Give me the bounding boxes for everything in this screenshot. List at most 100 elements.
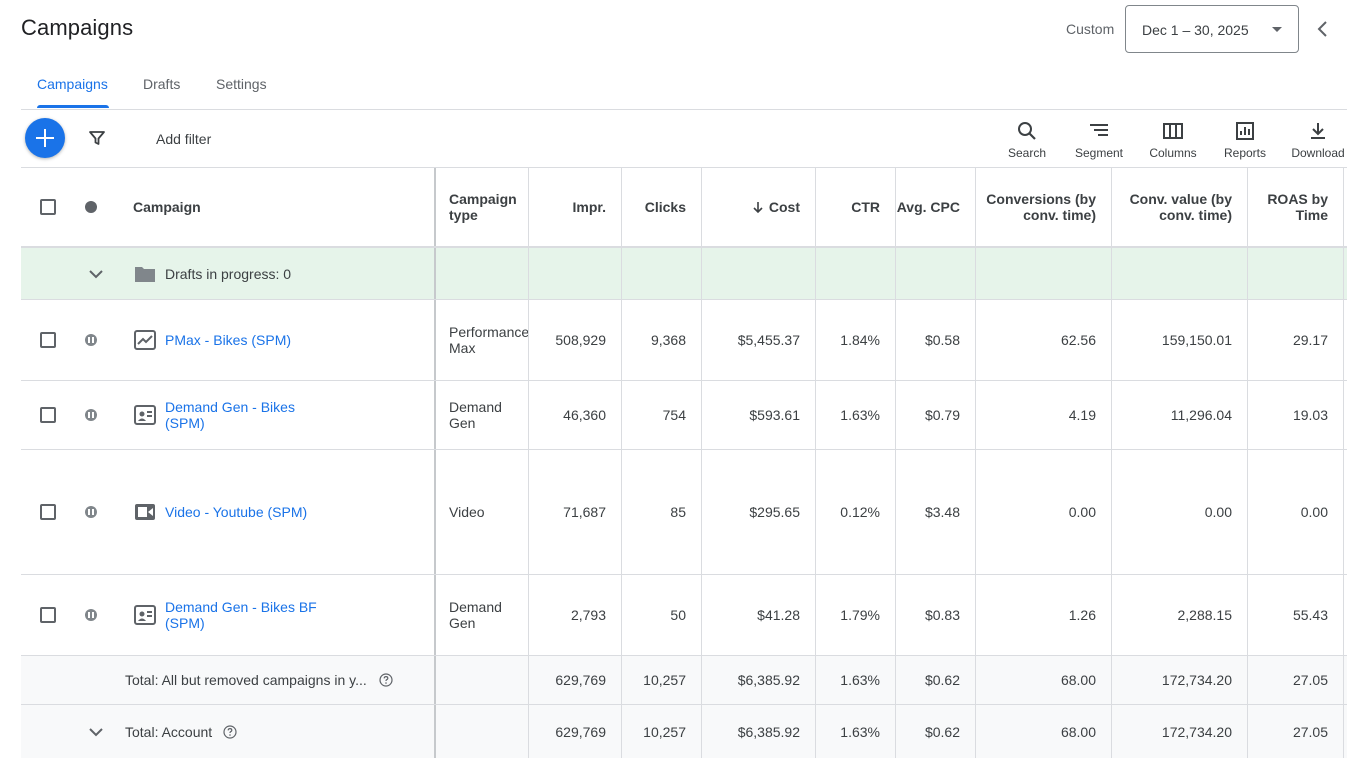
paused-status-icon[interactable] bbox=[85, 609, 97, 621]
segment-button[interactable]: Segment bbox=[1064, 120, 1134, 164]
drafts-in-progress: Drafts in progress: 0 bbox=[165, 265, 292, 282]
table-row[interactable]: PMax - Bikes (SPM) Performance Max 508,9… bbox=[21, 300, 1347, 381]
date-range-picker[interactable]: Dec 1 – 30, 2025 bbox=[1125, 5, 1299, 53]
roas-value: 29.17 bbox=[1292, 332, 1328, 348]
search-label: Search bbox=[1007, 146, 1047, 160]
header-conversions[interactable]: Conversions (by conv. time) bbox=[976, 168, 1112, 246]
table-row[interactable]: Demand Gen - Bikes (SPM) Demand Gen 46,3… bbox=[21, 381, 1347, 450]
header-clicks[interactable]: Clicks bbox=[622, 168, 702, 246]
help-icon[interactable] bbox=[223, 705, 239, 758]
campaign-link[interactable]: Demand Gen - Bikes BF (SPM) bbox=[165, 599, 325, 631]
demand-gen-icon bbox=[134, 381, 156, 449]
total-label: Total: All but removed campaigns in y... bbox=[125, 672, 367, 688]
arrow-down-icon bbox=[753, 202, 763, 214]
total-conversions: 68.00 bbox=[1060, 672, 1096, 688]
table-row[interactable]: Demand Gen - Bikes BF (SPM) Demand Gen 2… bbox=[21, 575, 1347, 656]
chevron-left-icon[interactable] bbox=[1311, 17, 1335, 41]
header-roas[interactable]: ROAS by Time bbox=[1248, 168, 1344, 246]
drafts-row: Drafts in progress: 0 bbox=[21, 248, 1347, 300]
campaign-link[interactable]: Video - Youtube (SPM) bbox=[165, 504, 307, 520]
conv-value-value: 159,150.01 bbox=[1161, 332, 1232, 348]
tab-campaigns[interactable]: Campaigns bbox=[37, 76, 108, 92]
conversions-value: 0.00 bbox=[1068, 504, 1096, 520]
total-impr: 629,769 bbox=[555, 672, 606, 688]
chevron-down-icon bbox=[1272, 27, 1282, 32]
header-campaign-type[interactable]: Campaign type bbox=[449, 168, 534, 246]
conversions-value: 62.56 bbox=[1060, 332, 1096, 348]
total-roas: 27.05 bbox=[1292, 672, 1328, 688]
reports-button[interactable]: Reports bbox=[1210, 120, 1280, 164]
row-checkbox[interactable] bbox=[40, 504, 56, 520]
select-all-checkbox[interactable] bbox=[40, 199, 56, 215]
ctr-value: 1.84% bbox=[840, 332, 880, 348]
chevron-down-icon[interactable] bbox=[87, 248, 107, 299]
row-checkbox[interactable] bbox=[40, 332, 56, 348]
header-avg-cpc[interactable]: Avg. CPC bbox=[896, 168, 976, 246]
toolbar: Add filter Search Segment Columns Report… bbox=[21, 110, 1347, 168]
conv-value-value: 2,288.15 bbox=[1177, 607, 1233, 623]
demand-gen-icon bbox=[134, 575, 156, 655]
avg-cpc-value: $0.83 bbox=[924, 607, 960, 623]
clicks-value: 754 bbox=[662, 407, 686, 423]
total-impr: 629,769 bbox=[555, 723, 606, 740]
total-conversions: 68.00 bbox=[1060, 723, 1096, 740]
campaign-type: Demand Gen bbox=[449, 399, 502, 431]
tab-drafts[interactable]: Drafts bbox=[143, 76, 180, 92]
clicks-value: 50 bbox=[670, 607, 686, 623]
columns-button[interactable]: Columns bbox=[1138, 120, 1208, 164]
download-label: Download bbox=[1291, 146, 1345, 160]
row-checkbox[interactable] bbox=[40, 607, 56, 623]
header-cost-label: Cost bbox=[768, 199, 800, 215]
campaign-link[interactable]: PMax - Bikes (SPM) bbox=[165, 332, 291, 348]
search-button[interactable]: Search bbox=[992, 120, 1062, 164]
roas-value: 0.00 bbox=[1300, 504, 1328, 520]
total-ctr: 1.63% bbox=[840, 672, 880, 688]
cost-value: $41.28 bbox=[757, 607, 800, 623]
ctr-value: 1.63% bbox=[840, 407, 880, 423]
cost-value: $5,455.37 bbox=[737, 332, 800, 348]
total-clicks: 10,257 bbox=[643, 723, 686, 740]
tab-settings[interactable]: Settings bbox=[216, 76, 267, 92]
impr-value: 508,929 bbox=[555, 332, 606, 348]
total-cost: $6,385.92 bbox=[737, 672, 800, 688]
total-clicks: 10,257 bbox=[643, 672, 686, 688]
total-row: Total: All but removed campaigns in y...… bbox=[21, 656, 1347, 705]
total-account-label: Total: Account bbox=[125, 723, 213, 740]
clicks-value: 85 bbox=[670, 504, 686, 520]
total-cost: $6,385.92 bbox=[737, 723, 800, 740]
chevron-down-icon[interactable] bbox=[87, 705, 107, 758]
table-header: Campaign Campaign type Impr. Clicks Cost… bbox=[21, 168, 1347, 248]
total-ctr: 1.63% bbox=[840, 723, 880, 740]
header-conv-value[interactable]: Conv. value (by conv. time) bbox=[1112, 168, 1248, 246]
reports-icon bbox=[1236, 122, 1254, 140]
add-filter-button[interactable]: Add filter bbox=[156, 131, 211, 147]
search-icon bbox=[1018, 122, 1036, 140]
help-icon[interactable] bbox=[379, 656, 395, 704]
header-campaign[interactable]: Campaign bbox=[133, 168, 433, 246]
download-button[interactable]: Download bbox=[1283, 120, 1347, 164]
header-impr[interactable]: Impr. bbox=[529, 168, 622, 246]
table-row[interactable]: Video - Youtube (SPM) Video 71,687 85 $2… bbox=[21, 450, 1347, 575]
ctr-value: 1.79% bbox=[840, 607, 880, 623]
total-roas: 27.05 bbox=[1292, 723, 1328, 740]
columns-label: Columns bbox=[1149, 146, 1197, 160]
filter-icon[interactable] bbox=[87, 128, 107, 148]
performance-max-icon bbox=[134, 300, 156, 380]
status-column-icon bbox=[85, 201, 97, 213]
header-ctr[interactable]: CTR bbox=[816, 168, 896, 246]
header-cost[interactable]: Cost bbox=[702, 168, 816, 246]
total-conv-value: 172,734.20 bbox=[1161, 723, 1232, 740]
video-icon bbox=[134, 450, 156, 574]
date-range-label: Custom bbox=[1066, 21, 1115, 37]
campaigns-table: Campaign Campaign type Impr. Clicks Cost… bbox=[21, 168, 1347, 758]
campaign-link[interactable]: Demand Gen - Bikes (SPM) bbox=[165, 399, 305, 431]
page-title: Campaigns bbox=[21, 15, 134, 40]
paused-status-icon[interactable] bbox=[85, 409, 97, 421]
cost-value: $593.61 bbox=[749, 407, 800, 423]
roas-value: 55.43 bbox=[1292, 607, 1328, 623]
folder-icon bbox=[134, 248, 156, 299]
row-checkbox[interactable] bbox=[40, 407, 56, 423]
add-campaign-button[interactable] bbox=[25, 118, 65, 158]
paused-status-icon[interactable] bbox=[85, 506, 97, 518]
paused-status-icon[interactable] bbox=[85, 334, 97, 346]
